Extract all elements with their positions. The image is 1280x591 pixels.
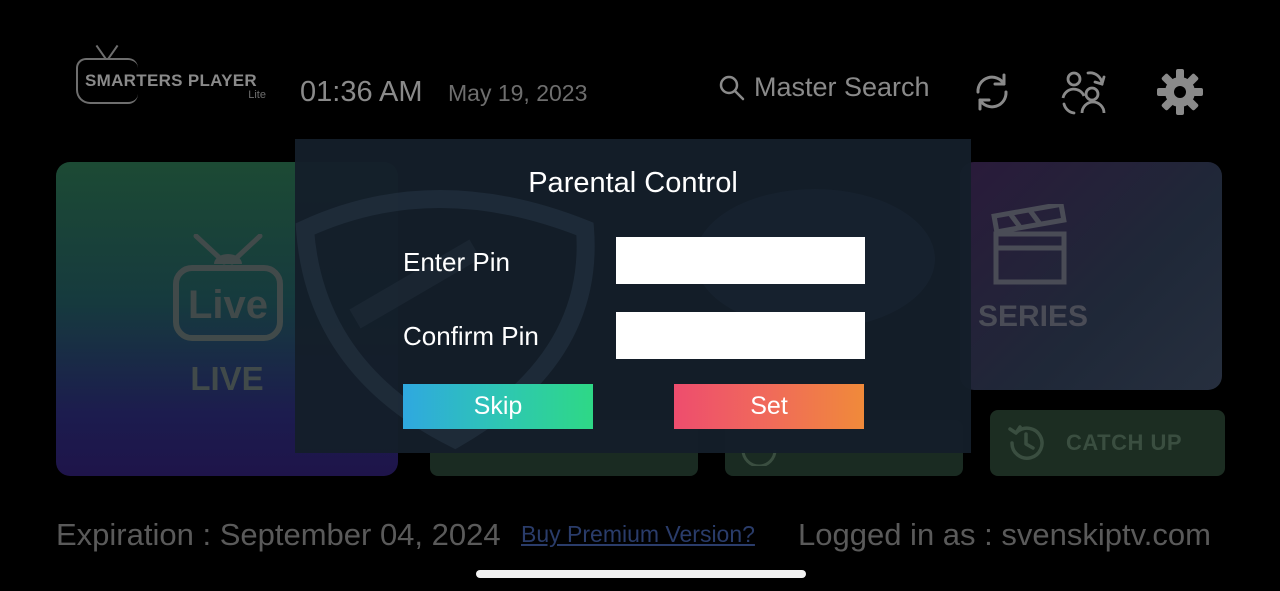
gear-icon: [1157, 69, 1203, 115]
home-indicator[interactable]: [476, 570, 806, 578]
current-date: May 19, 2023: [448, 80, 588, 106]
switch-user-icon: [1061, 71, 1106, 115]
header: SMARTERS PLAYER Lite 01:36 AM May 19, 20…: [0, 0, 1280, 140]
settings-button[interactable]: [1154, 66, 1206, 118]
enter-pin-label: Enter Pin: [403, 247, 510, 277]
live-tv-icon: Live: [173, 234, 283, 341]
skip-button[interactable]: Skip: [403, 384, 593, 429]
history-icon: [1008, 425, 1044, 460]
logged-in-text: Logged in as : svenskiptv.com: [798, 517, 1211, 552]
catch-up-tile[interactable]: CATCH UP: [990, 410, 1225, 476]
confirm-pin-field[interactable]: [616, 312, 865, 359]
catch-up-label: CATCH UP: [1066, 430, 1183, 455]
logo-antenna-left: [95, 44, 107, 60]
switch-user-button[interactable]: [1058, 66, 1110, 118]
logo-antenna-right: [107, 44, 119, 60]
logo-sub: Lite: [248, 89, 266, 101]
enter-pin-field[interactable]: [616, 237, 865, 284]
refresh-button[interactable]: [966, 66, 1018, 118]
clapperboard-icon: [991, 204, 1067, 285]
current-time: 01:36 AM: [300, 76, 423, 108]
master-search-button[interactable]: Master Search: [718, 72, 930, 103]
parental-control-dialog: Parental Control Enter Pin Confirm Pin S…: [295, 139, 971, 453]
refresh-icon: [976, 73, 1008, 111]
series-tile-label: SERIES: [978, 300, 1089, 333]
app-logo: SMARTERS PLAYER Lite: [76, 44, 268, 106]
expiration-text: Expiration : September 04, 2024: [56, 517, 501, 552]
buy-premium-link[interactable]: Buy Premium Version?: [521, 521, 755, 548]
set-button[interactable]: Set: [674, 384, 864, 429]
master-search-label: Master Search: [754, 72, 930, 102]
dialog-title: Parental Control: [528, 167, 738, 199]
search-icon: [719, 75, 745, 100]
svg-text:Live: Live: [188, 283, 268, 327]
logo-text: SMARTERS PLAYER: [85, 71, 258, 90]
confirm-pin-label: Confirm Pin: [403, 321, 539, 351]
series-tile[interactable]: SERIES: [960, 162, 1222, 390]
